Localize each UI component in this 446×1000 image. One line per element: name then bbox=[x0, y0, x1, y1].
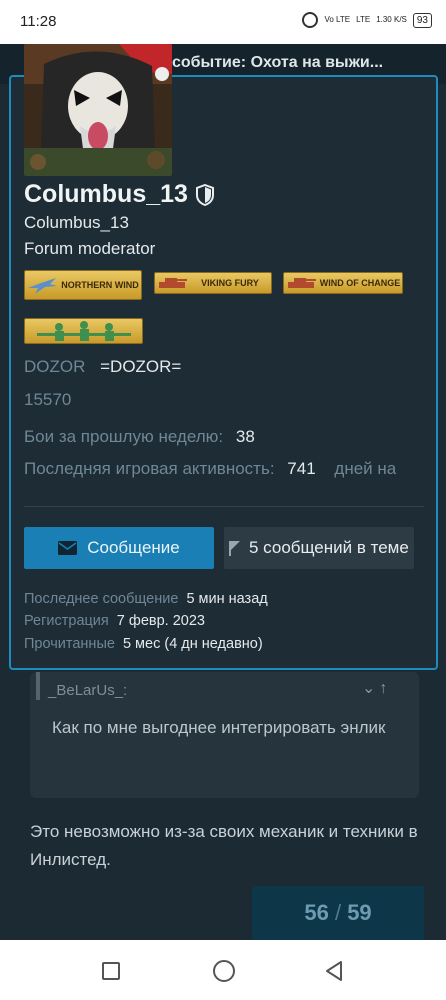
read-time-label: Прочитанные bbox=[24, 636, 115, 652]
tank-icon bbox=[288, 278, 316, 288]
avatar[interactable] bbox=[24, 44, 172, 176]
avatar-image bbox=[24, 44, 172, 176]
status-bar: 11:28 Vo LTE LTE 1.30 K/S 93 bbox=[0, 0, 446, 44]
message-button[interactable]: Сообщение bbox=[24, 527, 214, 569]
clan-name: =DOZOR= bbox=[100, 357, 182, 376]
registered-value: 7 февр. 2023 bbox=[116, 613, 205, 629]
envelope-icon bbox=[58, 541, 78, 555]
back-icon[interactable] bbox=[324, 960, 344, 982]
battery-icon: 93 bbox=[412, 12, 432, 28]
message-button-label: Сообщение bbox=[87, 538, 180, 557]
badge-wind-of-change[interactable]: WIND OF CHANGE bbox=[283, 272, 403, 294]
topic-posts-label: 5 сообщений в теме bbox=[249, 538, 409, 557]
status-icons: Vo LTE LTE 1.30 K/S 93 bbox=[302, 12, 432, 28]
alarm-icon bbox=[302, 12, 319, 28]
progress-total: 59 bbox=[347, 900, 372, 925]
username-row: Columbus_13 bbox=[24, 180, 214, 209]
weekly-battles-value: 38 bbox=[235, 427, 255, 446]
user-role: Forum moderator bbox=[24, 239, 156, 258]
quote-author[interactable]: _BeLarUs_: bbox=[48, 682, 127, 699]
plane-icon bbox=[28, 278, 57, 294]
soldiers-icon bbox=[36, 321, 131, 341]
network-speed: 1.30 K/S bbox=[376, 15, 407, 24]
badge-label: VIKING FURY bbox=[201, 277, 259, 288]
read-time-row: Прочитанные 5 мес (4 дн недавно) bbox=[24, 636, 263, 652]
last-post-row: Последнее сообщение 5 мин назад bbox=[24, 591, 268, 607]
topic-posts-button[interactable]: 5 сообщений в теме bbox=[224, 527, 414, 569]
read-time-value: 5 мес (4 дн недавно) bbox=[122, 636, 263, 652]
display-name: Columbus_13 bbox=[24, 213, 129, 232]
last-post-label: Последнее сообщение bbox=[24, 591, 179, 607]
quote-expand-icon[interactable]: ⌄↑ bbox=[362, 678, 391, 698]
badge-label: WIND OF CHANGE bbox=[319, 277, 401, 288]
lte-signal: LTE bbox=[356, 15, 371, 24]
quote-bar bbox=[36, 672, 40, 700]
weekly-battles-label: Бои за прошлую неделю: bbox=[24, 427, 224, 446]
badge-label: NORTHERN WIND bbox=[61, 279, 139, 290]
last-post-value[interactable]: 5 мин назад bbox=[186, 591, 267, 607]
topic-progress[interactable]: 56 / 59 bbox=[252, 886, 424, 940]
post-text: Это невозможно из-за своих механик и тех… bbox=[30, 822, 418, 869]
recent-apps-icon[interactable] bbox=[102, 962, 120, 980]
clan-row: DOZOR =DOZOR= bbox=[24, 357, 181, 377]
topic-title[interactable]: событие: Охота на выжи... bbox=[172, 54, 383, 72]
registered-row: Регистрация 7 февр. 2023 bbox=[24, 613, 205, 629]
home-icon[interactable] bbox=[213, 960, 235, 982]
progress-separator: / bbox=[334, 900, 342, 925]
moderator-shield-icon bbox=[195, 183, 214, 206]
last-activity-unit: дней на bbox=[334, 459, 397, 478]
progress-current: 56 bbox=[304, 900, 329, 925]
clan-tag[interactable]: DOZOR bbox=[24, 357, 85, 376]
tank-icon bbox=[159, 278, 187, 288]
status-time: 11:28 bbox=[20, 13, 57, 30]
last-activity-row: Последняя игровая активность: 741 дней н… bbox=[24, 459, 396, 479]
badge-viking-fury[interactable]: VIKING FURY bbox=[154, 272, 272, 294]
registered-label: Регистрация bbox=[24, 613, 109, 629]
player-rating: 15570 bbox=[24, 390, 72, 409]
badge-northern-wind[interactable]: NORTHERN WIND bbox=[24, 270, 142, 300]
username[interactable]: Columbus_13 bbox=[24, 180, 188, 209]
last-activity-label: Последняя игровая активность: bbox=[24, 459, 275, 478]
card-divider bbox=[24, 506, 424, 507]
badge-soldiers[interactable] bbox=[24, 318, 143, 344]
last-activity-value: 741 bbox=[287, 459, 316, 478]
volte-signal: Vo LTE bbox=[324, 15, 351, 24]
quote-text: Как по мне выгоднее интегрировать энлик bbox=[52, 718, 386, 737]
weekly-battles-row: Бои за прошлую неделю: 38 bbox=[24, 427, 255, 447]
flag-icon bbox=[229, 541, 240, 556]
